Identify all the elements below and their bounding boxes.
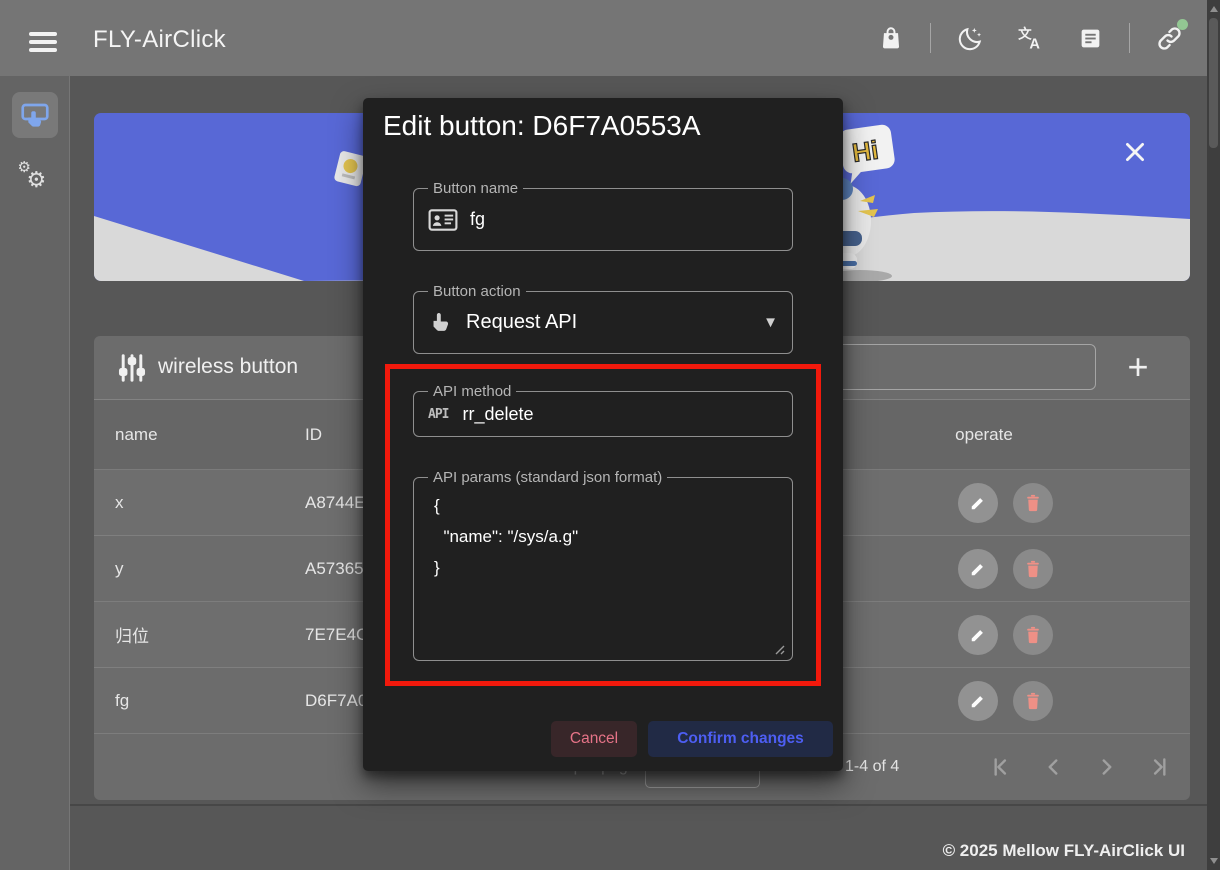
sidebar: ⚙⚙ xyxy=(0,76,70,870)
menu-icon[interactable] xyxy=(25,30,61,54)
app-title: FLY-AirClick xyxy=(93,26,226,54)
delete-button[interactable] xyxy=(1013,615,1053,655)
resize-handle-icon[interactable] xyxy=(774,644,785,655)
column-header-name: name xyxy=(115,400,158,469)
column-header-id: ID xyxy=(305,400,322,469)
api-method-value: rr_delete xyxy=(462,404,533,425)
last-page-icon[interactable] xyxy=(1147,754,1173,780)
edit-button[interactable] xyxy=(958,615,998,655)
svg-text:Hi: Hi xyxy=(850,135,880,168)
edit-button[interactable] xyxy=(958,483,998,523)
button-action-value: Request API xyxy=(466,311,577,334)
dialog-actions: Cancel Confirm changes xyxy=(363,721,843,757)
row-id: 7E7E4C xyxy=(305,602,368,667)
column-header-operate: operate xyxy=(924,400,1044,469)
row-name: x xyxy=(115,470,124,535)
row-name: 归位 xyxy=(115,602,149,667)
edit-button[interactable] xyxy=(958,681,998,721)
toolbar-divider xyxy=(930,23,931,53)
button-name-value: fg xyxy=(470,209,485,230)
sidebar-item-remote-buttons[interactable] xyxy=(12,92,58,138)
row-name: y xyxy=(115,536,124,601)
api-icon: API xyxy=(428,407,448,422)
sidebar-item-settings[interactable]: ⚙⚙ xyxy=(12,154,58,200)
delete-button[interactable] xyxy=(1013,549,1053,589)
button-action-select[interactable]: Button action Request API ▼ xyxy=(413,291,793,354)
toolbar-divider xyxy=(1129,23,1130,53)
next-page-icon[interactable] xyxy=(1094,754,1120,780)
touch-hand-icon xyxy=(428,310,454,336)
chevron-down-icon: ▼ xyxy=(763,314,778,331)
svg-text:A: A xyxy=(1029,36,1040,51)
link-icon[interactable] xyxy=(1148,17,1190,59)
edit-button[interactable] xyxy=(958,549,998,589)
button-action-label: Button action xyxy=(428,283,526,300)
docs-icon[interactable] xyxy=(1069,17,1111,59)
copyright: © 2025 Mellow FLY-AirClick UI xyxy=(943,841,1185,861)
api-method-label: API method xyxy=(428,383,516,400)
store-bag-icon xyxy=(878,25,904,51)
api-params-textarea[interactable]: API params (standard json format) { "nam… xyxy=(413,477,793,661)
vertical-scrollbar[interactable] xyxy=(1207,0,1220,870)
banner-close-icon[interactable] xyxy=(1122,139,1148,165)
button-name-label: Button name xyxy=(428,180,523,197)
app-bar: FLY-AirClick 文 A xyxy=(0,0,1220,76)
api-params-label: API params (standard json format) xyxy=(428,469,667,486)
connection-status-dot xyxy=(1177,19,1188,30)
previous-page-icon[interactable] xyxy=(1040,754,1066,780)
row-id: A8744E xyxy=(305,470,366,535)
first-page-icon[interactable] xyxy=(987,754,1013,780)
dialog-title: Edit button: D6F7A0553A xyxy=(383,110,701,142)
scrollbar-thumb[interactable] xyxy=(1209,18,1218,148)
store-bag-icon[interactable] xyxy=(870,17,912,59)
row-id: D6F7A0 xyxy=(305,668,367,733)
confirm-changes-button[interactable]: Confirm changes xyxy=(648,721,833,757)
api-params-value: { "name": "/sys/a.g" } xyxy=(434,490,578,583)
touch-click-icon xyxy=(19,99,51,131)
contact-badge-icon xyxy=(428,207,458,233)
translate-icon[interactable]: 文 A xyxy=(1009,17,1051,59)
delete-button[interactable] xyxy=(1013,681,1053,721)
button-name-field[interactable]: Button name fg xyxy=(413,188,793,251)
scroll-up-icon[interactable] xyxy=(1210,6,1218,12)
settings-gears-icon: ⚙⚙ xyxy=(18,160,52,194)
dark-mode-icon[interactable] xyxy=(949,17,991,59)
edit-button-dialog: Edit button: D6F7A0553A Button name fg B… xyxy=(363,98,843,771)
app-bar-actions: 文 A xyxy=(870,0,1190,76)
page: FLY-AirClick 文 A xyxy=(0,0,1220,870)
row-name: fg xyxy=(115,668,129,733)
delete-button[interactable] xyxy=(1013,483,1053,523)
page-range: 1-4 of 4 xyxy=(845,758,899,776)
add-button[interactable]: + xyxy=(1110,344,1166,390)
scroll-down-icon[interactable] xyxy=(1210,858,1218,864)
panel-title: wireless button xyxy=(158,355,298,379)
row-id: A57365 xyxy=(305,536,364,601)
cancel-button[interactable]: Cancel xyxy=(551,721,637,757)
api-method-field[interactable]: API method API rr_delete xyxy=(413,391,793,437)
content-footer-divider xyxy=(70,804,1207,806)
sliders-icon xyxy=(116,352,148,384)
